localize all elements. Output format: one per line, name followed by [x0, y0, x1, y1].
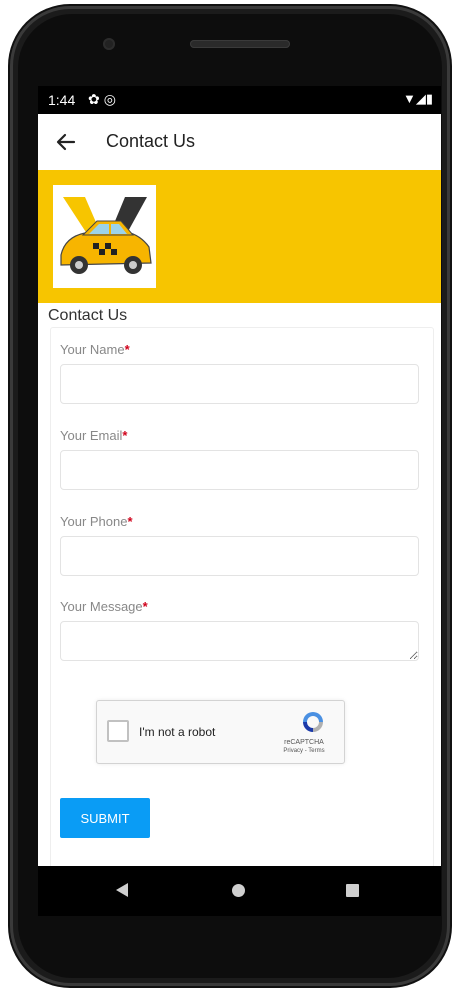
camera-icon [103, 38, 115, 50]
back-arrow-icon[interactable] [54, 130, 78, 154]
name-label: Your Name* [60, 342, 130, 357]
name-label-text: Your Name [60, 342, 125, 357]
gear-icon: ✿ [88, 91, 104, 107]
message-label: Your Message* [60, 599, 148, 614]
recaptcha-checkbox[interactable] [107, 720, 129, 742]
email-label: Your Email* [60, 428, 127, 443]
at-icon: ◎ [103, 91, 120, 107]
android-nav-bar [38, 866, 441, 916]
recaptcha-logo-icon [303, 712, 323, 732]
screen: 1:44 ✿◎ ▼◢▮ Contact Us Contact Us Your N… [38, 86, 441, 866]
email-label-text: Your Email [60, 428, 123, 443]
recaptcha-label: I'm not a robot [139, 725, 216, 739]
app-bar: Contact Us [38, 114, 441, 170]
required-mark: * [127, 514, 133, 529]
nav-home-icon[interactable] [232, 884, 245, 897]
section-title: Contact Us [48, 307, 128, 324]
speaker-grille [190, 40, 290, 48]
email-input[interactable] [60, 450, 419, 490]
status-right-icons: ▼◢▮ [403, 91, 433, 107]
required-mark: * [122, 428, 128, 443]
contact-content: Contact Us Your Name* Your Email* Your P… [38, 303, 441, 866]
signal-icon: ◢ [415, 91, 426, 106]
required-mark: * [124, 342, 130, 357]
contact-form-card: Your Name* Your Email* Your Phone* Your … [50, 327, 434, 866]
app-bar-title: Contact Us [106, 131, 196, 151]
battery-icon: ▮ [425, 91, 433, 106]
taxi-logo [53, 185, 156, 288]
recaptcha-widget: I'm not a robot reCAPTCHA Privacy - Term… [96, 700, 345, 764]
phone-input[interactable] [60, 536, 419, 576]
nav-recent-icon[interactable] [346, 884, 359, 897]
submit-button[interactable]: SUBMIT [60, 798, 150, 838]
header-banner [38, 170, 441, 303]
recaptcha-brand: reCAPTCHA [284, 739, 324, 746]
nav-back-icon[interactable] [116, 883, 128, 897]
wifi-icon: ▼ [402, 91, 416, 106]
name-input[interactable] [60, 364, 419, 404]
status-bar: 1:44 ✿◎ ▼◢▮ [38, 86, 441, 114]
phone-label-text: Your Phone [60, 514, 128, 529]
phone-label: Your Phone* [60, 514, 133, 529]
message-label-text: Your Message [60, 599, 143, 614]
status-time: 1:44 [48, 92, 76, 108]
status-left-icons: ✿◎ [88, 91, 120, 108]
recaptcha-privacy-terms-link[interactable]: Privacy - Terms [274, 748, 334, 754]
message-textarea[interactable] [60, 621, 419, 661]
required-mark: * [142, 599, 148, 614]
